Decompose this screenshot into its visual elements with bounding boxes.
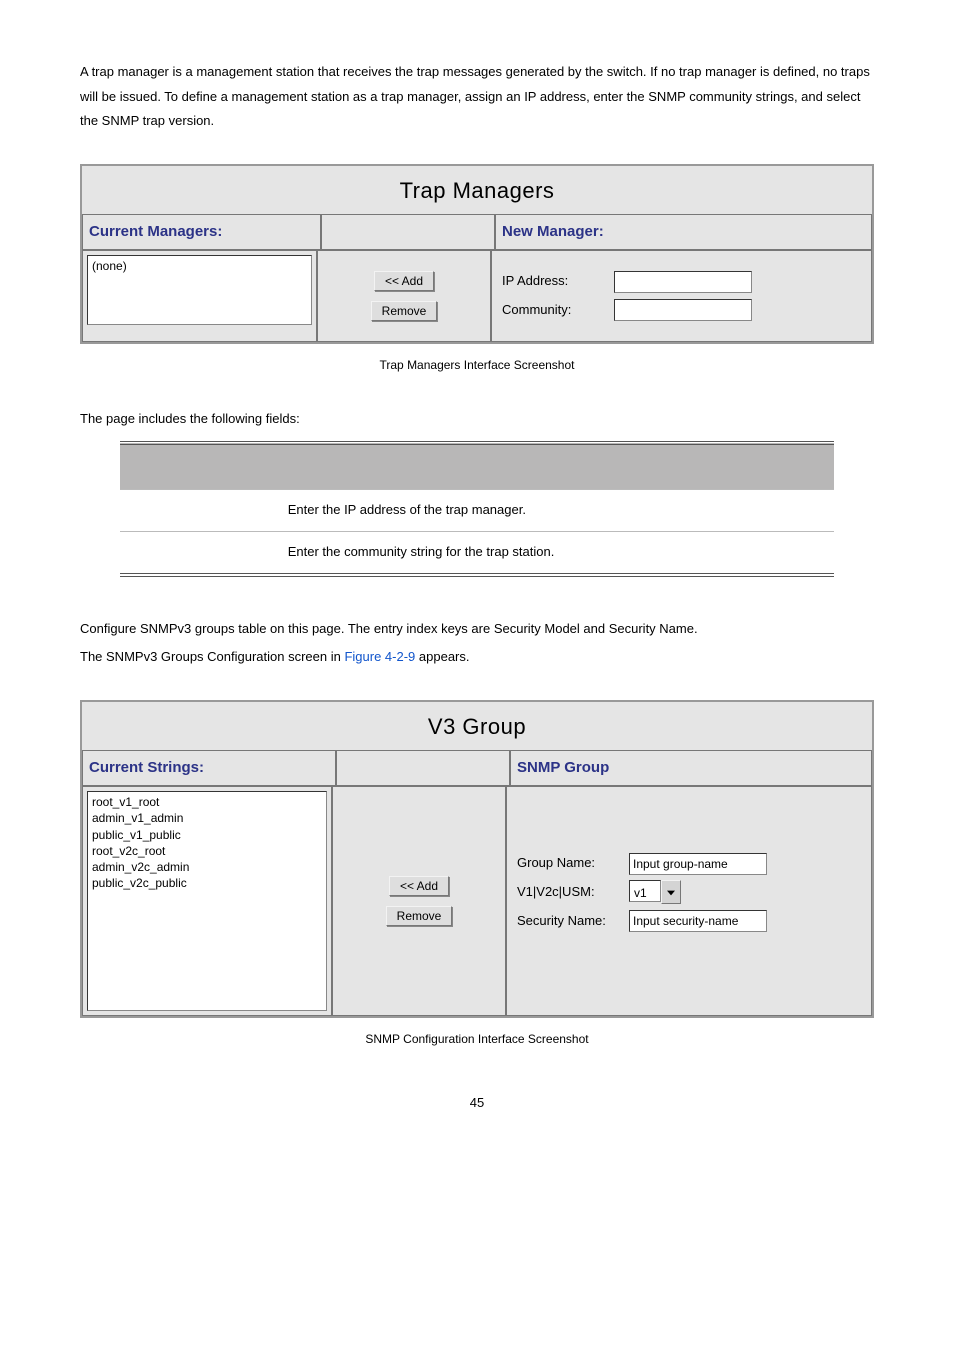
fields-table: Enter the IP address of the trap manager… [120, 441, 835, 576]
v3-intro1: Configure SNMPv3 groups table on this pa… [80, 617, 874, 642]
snmp-group-header: SNMP Group [510, 750, 872, 787]
group-name-label: Group Name: [517, 851, 625, 876]
add-button[interactable]: << Add [374, 271, 434, 291]
security-name-label: Security Name: [517, 909, 625, 934]
v3-intro2: The SNMPv3 Groups Configuration screen i… [80, 645, 874, 670]
remove-button[interactable]: Remove [371, 301, 438, 321]
ip-address-input[interactable] [614, 271, 752, 293]
chevron-down-icon [667, 880, 675, 905]
v3-mid-header [336, 750, 510, 787]
current-managers-list[interactable]: (none) [87, 255, 312, 325]
field-desc: Enter the community string for the trap … [282, 531, 835, 574]
usm-label: V1|V2c|USM: [517, 880, 625, 905]
v3-intro2-b: appears. [415, 649, 469, 664]
page-number: 45 [80, 1091, 874, 1116]
table-row: Enter the IP address of the trap manager… [120, 490, 835, 532]
list-item[interactable]: admin_v1_admin [92, 810, 322, 826]
v3-group-title: V3 Group [82, 702, 872, 750]
community-label: Community: [502, 298, 610, 323]
current-strings-header: Current Strings: [82, 750, 336, 787]
fields-intro: The page includes the following fields: [80, 407, 874, 432]
trap-mid-header [321, 214, 495, 251]
list-item[interactable]: root_v2c_root [92, 843, 322, 859]
current-strings-list[interactable]: root_v1_root admin_v1_admin public_v1_pu… [87, 791, 327, 1011]
usm-select-value: v1 [629, 880, 661, 902]
trap-managers-panel: Trap Managers Current Managers: New Mana… [80, 164, 874, 344]
list-item[interactable]: public_v2c_public [92, 875, 322, 891]
list-item[interactable]: public_v1_public [92, 827, 322, 843]
trap-caption: Trap Managers Interface Screenshot [80, 354, 874, 377]
intro-paragraph: A trap manager is a management station t… [80, 60, 874, 134]
security-name-input[interactable] [629, 910, 767, 932]
figure-link[interactable]: Figure 4-2-9 [344, 649, 415, 664]
list-item[interactable]: (none) [92, 258, 307, 274]
remove-button[interactable]: Remove [386, 906, 453, 926]
usm-select-button[interactable] [661, 880, 681, 904]
current-managers-header: Current Managers: [82, 214, 321, 251]
v3-caption: SNMP Configuration Interface Screenshot [80, 1028, 874, 1051]
field-desc: Enter the IP address of the trap manager… [282, 490, 835, 532]
add-button[interactable]: << Add [389, 876, 449, 896]
v3-group-panel: V3 Group Current Strings: SNMP Group roo… [80, 700, 874, 1018]
new-manager-header: New Manager: [495, 214, 872, 251]
table-row: Enter the community string for the trap … [120, 531, 835, 574]
ip-address-label: IP Address: [502, 269, 610, 294]
community-input[interactable] [614, 299, 752, 321]
v3-intro2-a: The SNMPv3 Groups Configuration screen i… [80, 649, 344, 664]
trap-managers-title: Trap Managers [82, 166, 872, 214]
list-item[interactable]: root_v1_root [92, 794, 322, 810]
list-item[interactable]: admin_v2c_admin [92, 859, 322, 875]
group-name-input[interactable] [629, 853, 767, 875]
